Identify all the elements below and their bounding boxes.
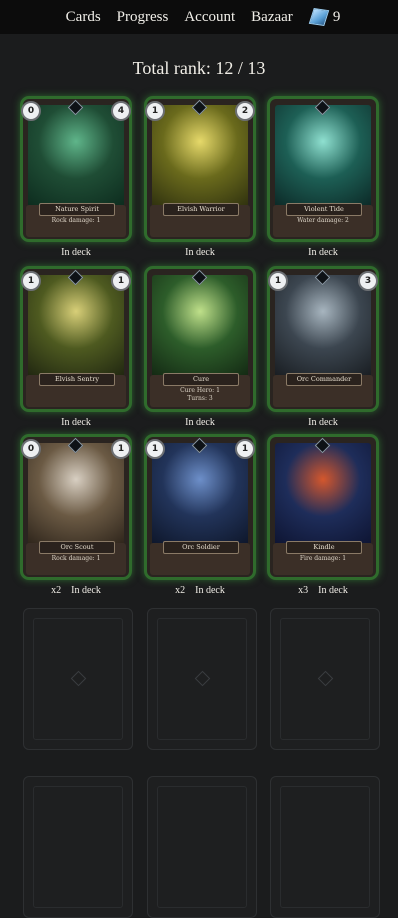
card-status: In deck: [23, 247, 129, 258]
card-name: Nature Spirit: [39, 203, 115, 216]
card-cost-badge: 0: [21, 101, 41, 121]
card-count: x3: [298, 585, 309, 596]
nav-progress[interactable]: Progress: [117, 9, 169, 26]
card-cost-badge: 1: [145, 101, 165, 121]
card-status: In deck: [147, 417, 253, 428]
empty-slot-frame: [33, 786, 123, 908]
card-cost-badge: 1: [145, 439, 165, 459]
nav-bazaar[interactable]: Bazaar: [251, 9, 293, 26]
card-effect: Rock damage: 1: [51, 555, 101, 562]
in-deck-label: In deck: [308, 417, 338, 428]
card-art: [275, 443, 371, 547]
nav-account[interactable]: Account: [184, 9, 235, 26]
card[interactable]: 0 1 Orc Scout Rock damage: 1: [21, 437, 131, 577]
total-rank-title: Total rank: 12 / 13: [132, 58, 266, 78]
card-name: Elvish Warrior: [163, 203, 239, 216]
in-deck-label: In deck: [185, 247, 215, 258]
card-art: [152, 105, 248, 209]
card-cost-badge: 1: [268, 271, 288, 291]
card-power-badge: 1: [111, 439, 131, 459]
in-deck-label: In deck: [185, 417, 215, 428]
in-deck-label: In deck: [318, 585, 348, 596]
card-status: x2 In deck: [147, 585, 253, 596]
empty-card-slot: [270, 776, 380, 918]
gem-count: 9: [332, 8, 341, 25]
empty-card-slot: [23, 776, 133, 918]
card-cost-badge: 0: [21, 439, 41, 459]
card-art: [275, 105, 371, 209]
card-art: [28, 443, 124, 547]
in-deck-label: In deck: [195, 585, 225, 596]
card-effect: Cure Hero: 1 Turns: 3: [180, 387, 220, 402]
card-power-badge: 3: [358, 271, 378, 291]
empty-card-slot: [23, 608, 133, 750]
card[interactable]: 1 1 Orc Soldier: [145, 437, 255, 577]
card-cost-badge: 1: [21, 271, 41, 291]
card-effect: Water damage: 2: [297, 217, 349, 224]
card-art: [28, 105, 124, 209]
empty-card-slot: [147, 608, 257, 750]
in-deck-label: In deck: [61, 247, 91, 258]
card-power-badge: 1: [235, 439, 255, 459]
card-power-badge: 1: [111, 271, 131, 291]
card-name: Orc Soldier: [163, 541, 239, 554]
card-status: x2 In deck: [23, 585, 129, 596]
card-effect: Rock damage: 1: [51, 217, 101, 224]
card[interactable]: 1 1 Elvish Sentry: [21, 269, 131, 409]
card[interactable]: Cure Cure Hero: 1 Turns: 3: [147, 269, 253, 409]
card-power-badge: 4: [111, 101, 131, 121]
empty-slot-frame: [157, 786, 247, 908]
nav-cards[interactable]: Cards: [66, 9, 101, 26]
card-name: Cure: [163, 373, 239, 386]
card[interactable]: Kindle Fire damage: 1: [270, 437, 376, 577]
card-name: Orc Commander: [286, 373, 362, 386]
card-art: [152, 443, 248, 547]
card-status: In deck: [147, 247, 253, 258]
empty-slot-frame: [280, 786, 370, 908]
card-effect: Fire damage: 1: [299, 555, 347, 562]
card[interactable]: 1 3 Orc Commander: [268, 269, 378, 409]
card-status: x3 In deck: [270, 585, 376, 596]
card-status: In deck: [270, 247, 376, 258]
empty-card-slot: [270, 608, 380, 750]
card-status: In deck: [270, 417, 376, 428]
card-name: Orc Scout: [39, 541, 115, 554]
card-art: [152, 275, 248, 379]
card[interactable]: 0 4 Nature Spirit Rock damage: 1: [21, 99, 131, 239]
card-status: In deck: [23, 417, 129, 428]
card-name: Violent Tide: [286, 203, 362, 216]
card-name: Kindle: [286, 541, 362, 554]
card-power-badge: 2: [235, 101, 255, 121]
top-nav: Cards Progress Account Bazaar 9: [0, 0, 398, 34]
gem-icon: [308, 7, 330, 27]
in-deck-label: In deck: [61, 417, 91, 428]
card-name: Elvish Sentry: [39, 373, 115, 386]
card-art: [28, 275, 124, 379]
in-deck-label: In deck: [71, 585, 101, 596]
card-count: x2: [51, 585, 62, 596]
empty-card-slot: [147, 776, 257, 918]
card[interactable]: 1 2 Elvish Warrior: [145, 99, 255, 239]
card-count: x2: [175, 585, 186, 596]
card[interactable]: Violent Tide Water damage: 2: [270, 99, 376, 239]
in-deck-label: In deck: [308, 247, 338, 258]
card-art: [275, 275, 371, 379]
